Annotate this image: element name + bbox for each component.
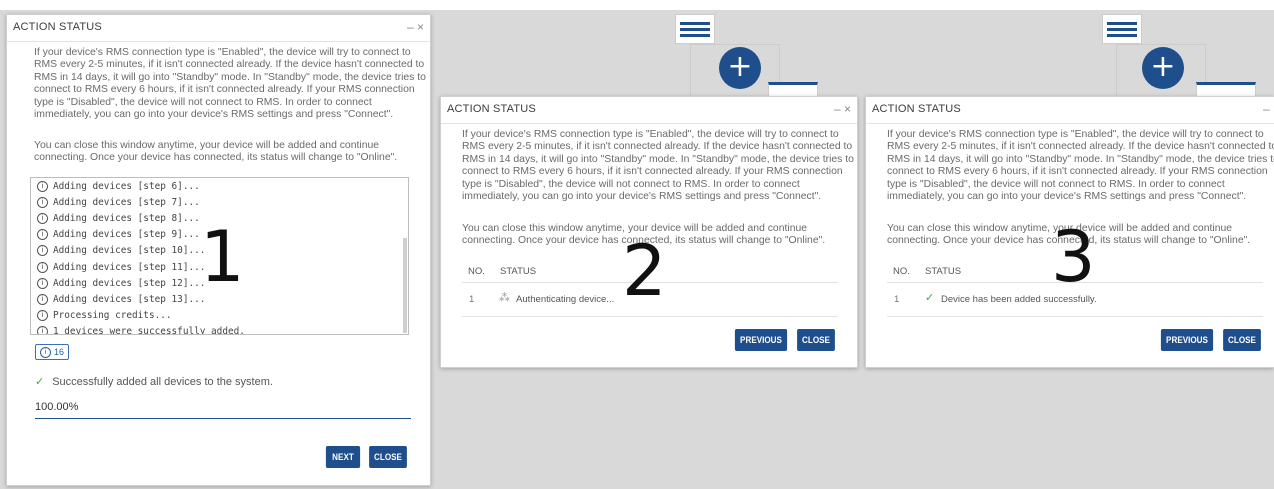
info-paragraph: If your device's RMS connection type is … — [887, 129, 1274, 202]
step-label-1: 1 — [200, 216, 245, 298]
column-header-status: STATUS — [925, 266, 962, 277]
progress-bar — [35, 418, 411, 419]
dialog-title: ACTION STATUS — [872, 103, 961, 115]
info-icon: i — [37, 245, 48, 257]
info-icon: i — [37, 196, 48, 208]
previous-button[interactable]: PREVIOUS — [1160, 329, 1214, 351]
menu-icon[interactable] — [1102, 14, 1142, 44]
log-count-badge[interactable]: i 16 — [35, 344, 70, 360]
success-row: ✓ Successfully added all devices to the s… — [35, 376, 273, 388]
progress-text: 100.00% — [35, 401, 79, 413]
log-row: i1 devices were successfully added. — [31, 324, 408, 334]
info-icon: i — [37, 277, 48, 289]
column-header-status: STATUS — [500, 266, 537, 277]
log-row: i Adding devices [step 6]... — [31, 178, 408, 194]
dialog-titlebar: ACTION STATUS – × — [441, 97, 857, 124]
add-icon[interactable]: + — [719, 47, 761, 89]
close-button[interactable]: CLOSE — [797, 329, 835, 351]
row-divider — [887, 316, 1263, 317]
previous-button[interactable]: PREVIOUS — [734, 329, 788, 351]
check-icon: ✓ — [925, 292, 935, 304]
spinner-icon: ⁂ — [499, 292, 510, 304]
info-paragraph: If your device's RMS connection type is … — [34, 47, 426, 120]
row-divider — [462, 316, 838, 317]
info-paragraph: If your device's RMS connection type is … — [462, 129, 854, 202]
dialog-title: ACTION STATUS — [13, 21, 102, 33]
close-button[interactable]: CLOSE — [1223, 329, 1261, 351]
column-header-no: NO. — [468, 266, 485, 277]
row-number: 1 — [894, 294, 900, 305]
info-icon: i — [37, 326, 48, 334]
dialog-title: ACTION STATUS — [447, 103, 536, 115]
row-status: Authenticating device... — [516, 294, 615, 305]
menu-icon[interactable] — [675, 14, 715, 44]
dialog-titlebar: ACTION STATUS – × — [7, 15, 430, 42]
row-number: 1 — [469, 294, 475, 305]
log-row: i Processing credits... — [31, 308, 408, 324]
info-icon: i — [37, 310, 48, 322]
info-icon: i — [37, 180, 48, 192]
step-label-3: 3 — [1051, 216, 1096, 298]
info-icon: i — [37, 212, 48, 224]
log-row: i Adding devices [step 7]... — [31, 194, 408, 210]
add-icon[interactable]: + — [1142, 47, 1184, 89]
window-controls[interactable]: – × — [407, 20, 424, 34]
column-header-no: NO. — [893, 266, 910, 277]
info-icon: i — [37, 229, 48, 241]
dialog-titlebar: ACTION STATUS – × — [866, 97, 1274, 124]
close-button[interactable]: CLOSE — [369, 446, 407, 468]
info-icon: i — [37, 293, 48, 305]
info-icon: i — [37, 261, 48, 273]
check-icon: ✓ — [35, 376, 45, 388]
next-button[interactable]: NEXT — [325, 446, 361, 468]
info-icon: i — [40, 346, 51, 358]
window-controls[interactable]: – × — [1263, 102, 1274, 116]
step-label-2: 2 — [622, 230, 667, 312]
window-controls[interactable]: – × — [834, 102, 851, 116]
close-info-paragraph: You can close this window anytime, your … — [34, 140, 398, 164]
progress-fill — [35, 418, 411, 419]
log-scrollbar[interactable] — [403, 238, 407, 333]
